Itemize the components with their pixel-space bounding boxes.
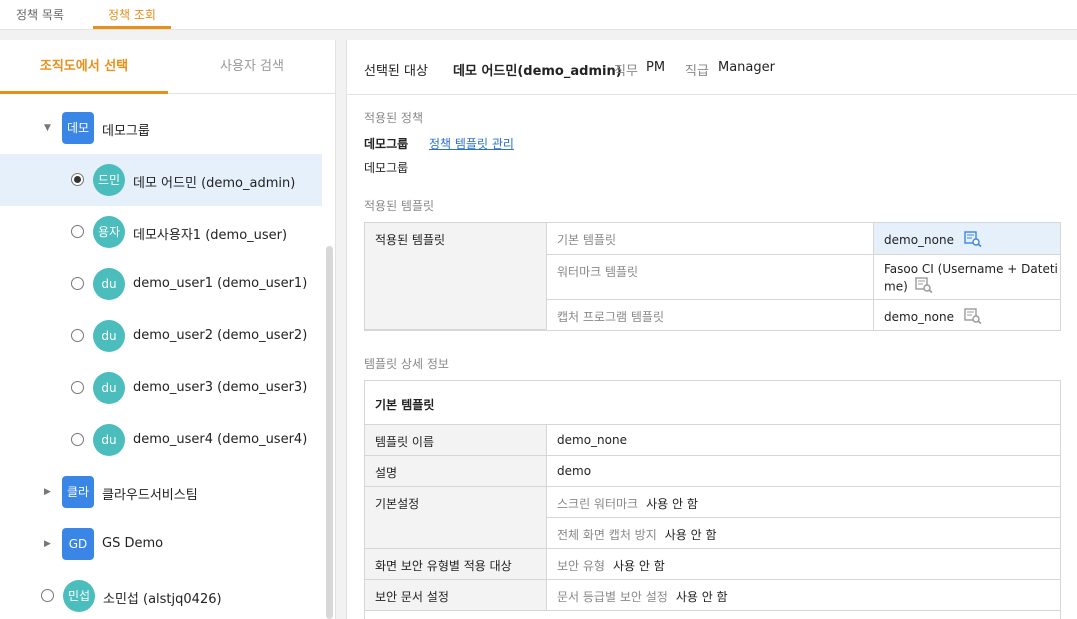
template-detail-box-title: 기본 템플릿 bbox=[365, 381, 1060, 425]
tree-label: 데모 어드민 (demo_admin) bbox=[133, 176, 296, 191]
duty-value: PM bbox=[646, 60, 666, 75]
tree-group-demo[interactable]: ▼ 데모 데모그룹 bbox=[0, 102, 322, 154]
radio-button[interactable] bbox=[71, 381, 84, 394]
group-badge: 클라 bbox=[62, 476, 94, 508]
doc-grade-row: 문서 등급별 보안 설정 사용 안 함 bbox=[547, 580, 1060, 611]
applied-templates-row-label: 적용된 템플릿 bbox=[365, 223, 547, 330]
tree-user-demo-user3[interactable]: du demo_user3 (demo_user3) bbox=[0, 362, 322, 414]
template-detail-title: 템플릿 상세 정보 bbox=[364, 357, 449, 371]
tree-user-demo-user1[interactable]: du demo_user1 (demo_user1) bbox=[0, 258, 322, 310]
tree-user-demo-user4[interactable]: du demo_user4 (demo_user4) bbox=[0, 414, 322, 466]
org-tree: ▼ 데모 데모그룹 드민 데모 어드민 (demo_admin) 용자 데모사용… bbox=[0, 96, 322, 619]
radio-button[interactable] bbox=[71, 433, 84, 446]
tree-label: 클라우드서비스팀 bbox=[102, 488, 198, 503]
tab-org-chart[interactable]: 조직도에서 선택 bbox=[0, 40, 168, 94]
tree-label: demo_user2 (demo_user2) bbox=[133, 328, 308, 343]
tree-label: demo_user3 (demo_user3) bbox=[133, 380, 308, 395]
user-avatar: du bbox=[93, 372, 125, 404]
template-name-label: 템플릿 이름 bbox=[365, 425, 547, 456]
template-preview-icon[interactable] bbox=[964, 231, 982, 250]
user-avatar: du bbox=[93, 268, 125, 300]
tree-label: demo_user1 (demo_user1) bbox=[133, 276, 308, 291]
description-value: demo bbox=[547, 456, 1060, 487]
tab-policy-list[interactable]: 정책 목록 bbox=[16, 0, 64, 30]
tree-user-demo-user[interactable]: 용자 데모사용자1 (demo_user) bbox=[0, 206, 322, 258]
applied-templates-table: 적용된 템플릿 기본 템플릿 demo_none 워터마크 템플릿 Fasoo … bbox=[364, 222, 1061, 331]
tree-label: 소민섭 (alstjq0426) bbox=[103, 592, 222, 607]
template-type-watermark: 워터마크 템플릿 bbox=[547, 255, 874, 300]
policy-detail-panel: 선택된 대상 데모 어드민(demo_admin) 직무 PM 직급 Manag… bbox=[346, 40, 1077, 619]
caret-down-icon[interactable]: ▼ bbox=[44, 123, 51, 133]
template-preview-icon[interactable] bbox=[964, 308, 982, 327]
applied-policy-group-2: 데모그룹 bbox=[364, 161, 409, 175]
tree-label: demo_user4 (demo_user4) bbox=[133, 432, 308, 447]
group-badge: 데모 bbox=[62, 112, 94, 144]
template-preview-icon[interactable] bbox=[914, 277, 933, 297]
tree-group-gs-demo[interactable]: ▶ GD GS Demo bbox=[0, 518, 322, 570]
template-name-value: demo_none bbox=[547, 425, 1060, 456]
selected-target-value: 데모 어드민(demo_admin) bbox=[453, 64, 622, 79]
manage-template-link[interactable]: 정책 템플릿 관리 bbox=[429, 135, 514, 152]
tree-user-demo-user2[interactable]: du demo_user2 (demo_user2) bbox=[0, 310, 322, 362]
full-capture-row: 전체 화면 캡처 방지 사용 안 함 bbox=[547, 518, 1060, 549]
selected-target-header: 선택된 대상 데모 어드민(demo_admin) 직무 PM 직급 Manag… bbox=[347, 40, 1077, 95]
screen-watermark-row: 스크린 워터마크 사용 안 함 bbox=[547, 487, 1060, 518]
caret-right-icon[interactable]: ▶ bbox=[44, 487, 51, 497]
user-avatar: du bbox=[93, 424, 125, 456]
user-avatar: 용자 bbox=[93, 216, 125, 248]
template-detail-table: 기본 템플릿 템플릿 이름 demo_none 설명 demo 기본설정 스크린… bbox=[364, 380, 1061, 619]
tab-policy-query[interactable]: 정책 조회 bbox=[93, 0, 171, 29]
applied-policy-group: 데모그룹 bbox=[364, 137, 409, 151]
tree-label: 데모그룹 bbox=[102, 124, 150, 139]
template-value-watermark: Fasoo CI (Username + Dateti me) bbox=[874, 255, 1060, 300]
doc-security-label: 보안 문서 설정 bbox=[365, 580, 547, 611]
radio-button[interactable] bbox=[71, 277, 84, 290]
basic-settings-label: 기본설정 bbox=[365, 487, 547, 549]
selected-target-label: 선택된 대상 bbox=[364, 64, 428, 79]
template-type-basic: 기본 템플릿 bbox=[547, 223, 874, 255]
radio-button[interactable] bbox=[71, 329, 84, 342]
radio-button[interactable] bbox=[71, 173, 84, 186]
tree-label: 데모사용자1 (demo_user) bbox=[133, 228, 288, 243]
tree-user-alstjq0426[interactable]: 민섭 소민섭 (alstjq0426) bbox=[0, 570, 322, 619]
org-panel: 조직도에서 선택 사용자 검색 ▼ 데모 데모그룹 드민 데모 어드민 (dem… bbox=[0, 40, 336, 619]
tree-label: GS Demo bbox=[102, 536, 164, 551]
security-type-row: 보안 유형 사용 안 함 bbox=[547, 549, 1060, 580]
group-badge: GD bbox=[62, 528, 94, 560]
applied-templates-title: 적용된 템플릿 bbox=[364, 199, 435, 213]
caret-right-icon[interactable]: ▶ bbox=[44, 539, 51, 549]
template-value-capture: demo_none bbox=[874, 300, 1060, 330]
user-avatar: du bbox=[93, 320, 125, 352]
tree-scrollbar[interactable] bbox=[326, 246, 333, 619]
user-avatar: 드민 bbox=[93, 164, 125, 196]
tree-user-demo-admin[interactable]: 드민 데모 어드민 (demo_admin) bbox=[0, 154, 322, 206]
tree-group-cloud[interactable]: ▶ 클라 클라우드서비스팀 bbox=[0, 466, 322, 518]
top-tab-bar: 정책 목록 정책 조회 bbox=[0, 0, 1077, 30]
user-avatar: 민섭 bbox=[63, 580, 95, 612]
radio-button[interactable] bbox=[71, 225, 84, 238]
duty-label: 직무 bbox=[614, 64, 638, 79]
rank-label: 직급 bbox=[685, 64, 709, 79]
template-type-capture: 캡처 프로그램 템플릿 bbox=[547, 300, 874, 330]
applied-policy-title: 적용된 정책 bbox=[364, 111, 424, 125]
left-tabs: 조직도에서 선택 사용자 검색 bbox=[0, 40, 335, 94]
radio-button[interactable] bbox=[41, 589, 54, 602]
rank-value: Manager bbox=[718, 60, 775, 75]
security-type-target-label: 화면 보안 유형별 적용 대상 bbox=[365, 549, 547, 580]
tab-user-search[interactable]: 사용자 검색 bbox=[168, 40, 335, 94]
template-value-basic: demo_none bbox=[874, 223, 1060, 255]
description-label: 설명 bbox=[365, 456, 547, 487]
